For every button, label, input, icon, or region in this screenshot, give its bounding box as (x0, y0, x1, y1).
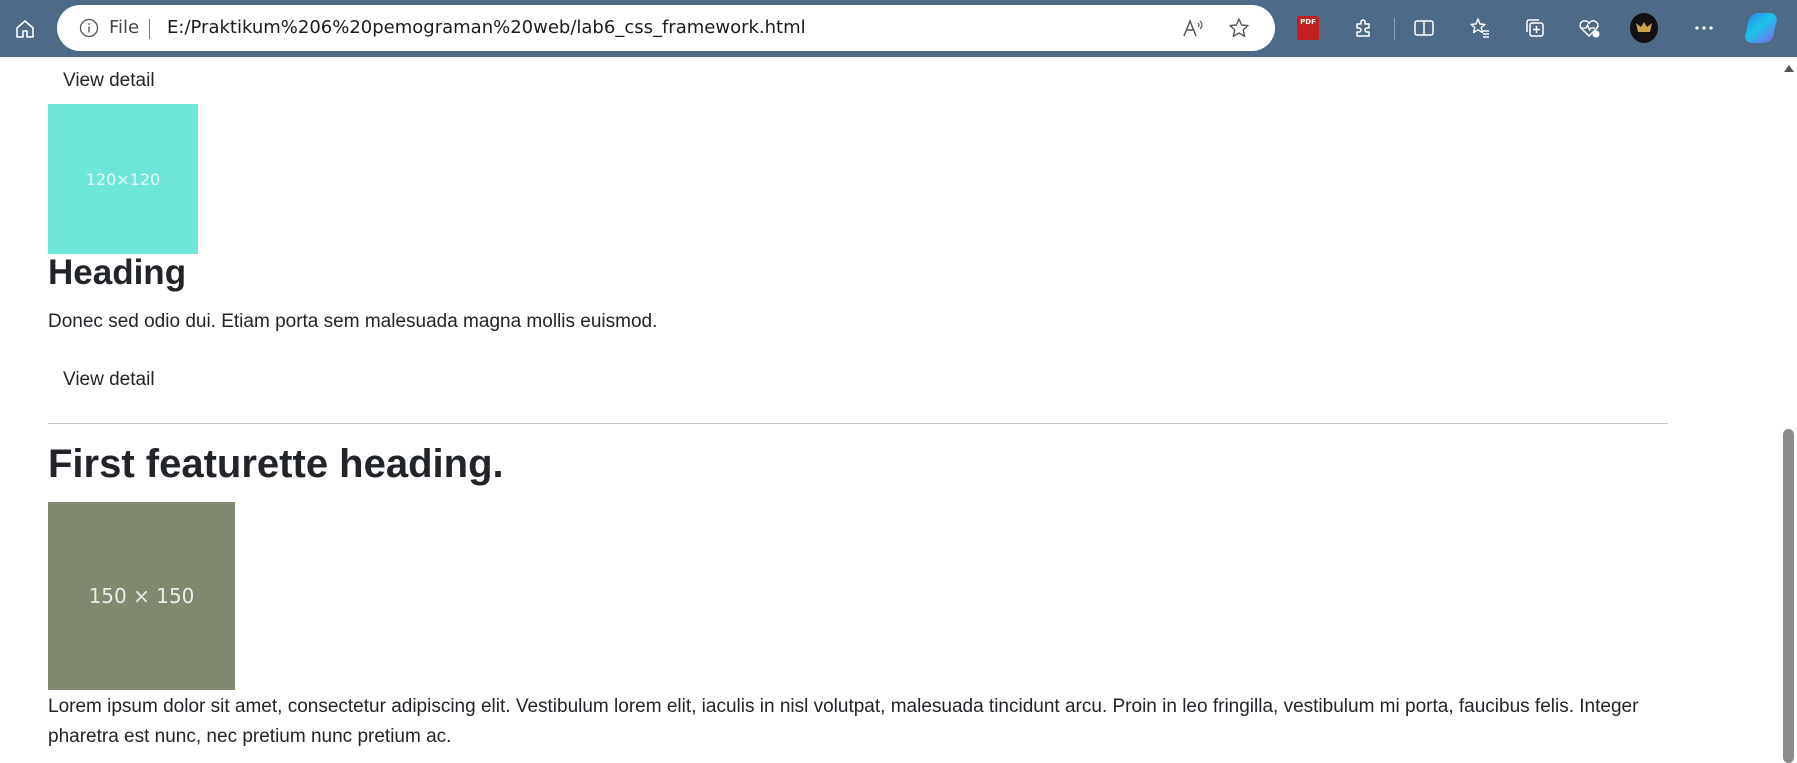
thumbnail-150-label: 150 × 150 (88, 584, 195, 608)
address-bar[interactable]: File E:/Praktikum%206%20pemograman%20web… (57, 5, 1275, 51)
address-separator (149, 19, 150, 39)
read-aloud-icon[interactable] (1181, 17, 1205, 39)
url-text[interactable]: E:/Praktikum%206%20pemograman%20web/lab6… (167, 17, 806, 38)
heading-description: Donec sed odio dui. Etiam porta sem male… (48, 311, 658, 332)
thumbnail-120-label: 120×120 (85, 169, 161, 189)
scroll-up-arrow-icon[interactable] (1784, 65, 1794, 72)
info-icon[interactable] (79, 18, 99, 38)
pdf-extension-icon[interactable]: PDF (1294, 14, 1322, 42)
view-detail-button-2[interactable]: View detail (63, 369, 155, 391)
section-heading: Heading (48, 253, 187, 292)
featurette-text: Lorem ipsum dolor sit amet, consectetur … (48, 696, 1639, 747)
favorites-icon[interactable] (1466, 14, 1494, 42)
vertical-scrollbar[interactable] (1780, 57, 1797, 763)
thumbnail-120-image: 120×120 (48, 104, 198, 254)
profile-avatar[interactable] (1630, 13, 1658, 43)
view-detail-button[interactable]: View detail (63, 70, 155, 92)
page-content: View detail 120×120 Heading Donec sed od… (0, 57, 1780, 763)
file-scheme-label: File (109, 17, 140, 38)
divider (48, 423, 1668, 424)
toolbar-separator (1394, 18, 1395, 40)
favorite-star-icon[interactable] (1227, 16, 1251, 40)
extensions-icon[interactable] (1349, 14, 1377, 42)
scrollbar-thumb[interactable] (1783, 429, 1794, 763)
home-icon[interactable] (8, 12, 42, 46)
copilot-icon[interactable] (1743, 13, 1779, 43)
featurette-heading: First featurette heading. (48, 442, 504, 486)
more-options-icon[interactable] (1690, 14, 1718, 42)
collections-icon[interactable] (1521, 14, 1549, 42)
browser-essentials-icon[interactable] (1575, 14, 1603, 42)
split-screen-icon[interactable] (1410, 14, 1438, 42)
browser-toolbar: File E:/Praktikum%206%20pemograman%20web… (0, 0, 1797, 57)
pdf-badge: PDF (1297, 16, 1319, 40)
thumbnail-150-image: 150 × 150 (48, 502, 235, 690)
